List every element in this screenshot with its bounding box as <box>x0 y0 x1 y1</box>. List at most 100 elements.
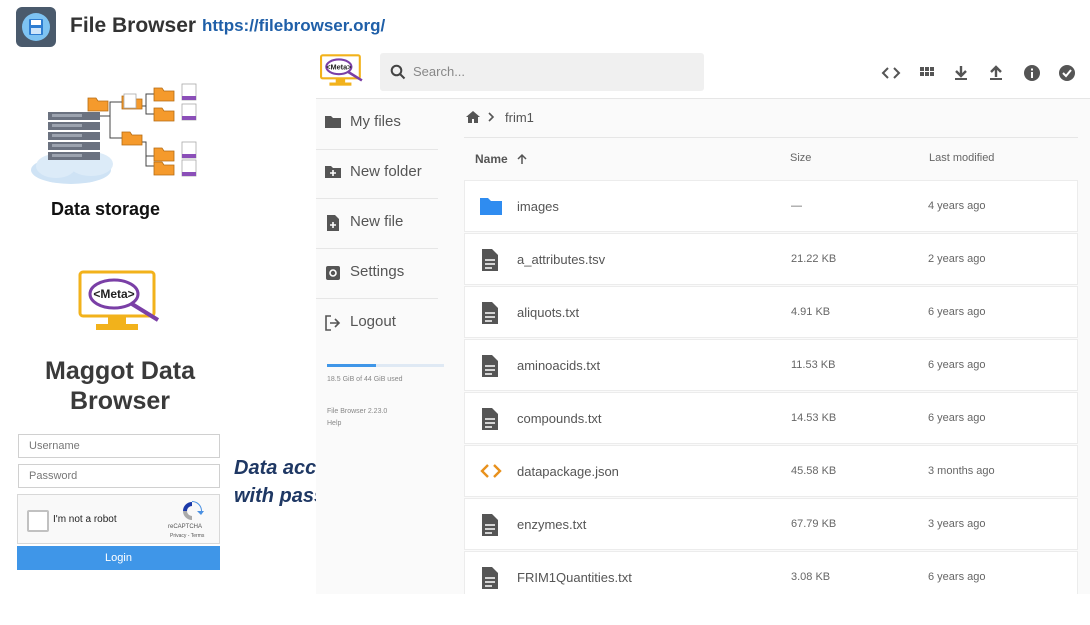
file-document-icon <box>482 514 498 536</box>
recaptcha-label: I'm not a robot <box>53 514 117 525</box>
file-document-icon <box>482 302 498 324</box>
upload-icon[interactable] <box>986 63 1006 83</box>
file-modified: 6 years ago <box>928 359 986 371</box>
file-document-icon <box>482 249 498 271</box>
file-name: aliquots.txt <box>517 305 580 320</box>
data-storage-illustration <box>31 83 197 184</box>
column-header-name-label: Name <box>475 152 508 166</box>
sidebar-item-new-folder[interactable]: New folder <box>324 156 438 190</box>
folder-icon <box>480 198 502 215</box>
file-modified: 6 years ago <box>928 306 986 318</box>
add-folder-icon <box>325 166 341 178</box>
column-header-name[interactable]: Name <box>475 152 528 166</box>
file-name: images <box>517 199 559 214</box>
sidebar-label-my-files: My files <box>350 113 401 130</box>
recaptcha-icon <box>183 501 204 520</box>
file-name: enzymes.txt <box>517 517 587 532</box>
login-button[interactable]: Login <box>17 546 220 570</box>
info-icon[interactable] <box>1022 63 1042 83</box>
code-file-icon <box>480 464 502 478</box>
maggot-title: Maggot Data Browser <box>20 356 220 416</box>
storage-usage-bar <box>327 364 444 367</box>
file-row[interactable]: a_attributes.tsv 21.22 KB 2 years ago <box>464 233 1078 285</box>
help-link[interactable]: Help <box>327 420 341 427</box>
file-row[interactable]: FRIM1Quantities.txt 3.08 KB 6 years ago <box>464 551 1078 594</box>
file-document-icon <box>482 567 498 589</box>
file-size: 45.58 KB <box>791 465 837 477</box>
sidebar-divider <box>316 248 438 249</box>
sidebar-item-logout[interactable]: Logout <box>324 306 438 340</box>
storage-usage-text: 18.5 GiB of 44 GiB used <box>327 376 403 383</box>
file-size: 4.91 KB <box>791 306 831 318</box>
file-row[interactable]: datapackage.json 45.58 KB 3 months ago <box>464 445 1078 497</box>
breadcrumb-current[interactable]: frim1 <box>505 110 534 125</box>
check-circle-icon[interactable] <box>1057 63 1077 83</box>
sidebar-label-new-file: New file <box>350 213 404 230</box>
recaptcha-widget: I'm not a robot reCAPTCHA Privacy - Term… <box>17 494 220 544</box>
search-icon <box>390 64 406 80</box>
file-modified: 3 months ago <box>928 465 995 477</box>
file-row[interactable]: compounds.txt 14.53 KB 6 years ago <box>464 392 1078 444</box>
file-size: — <box>791 200 802 212</box>
file-modified: 2 years ago <box>928 253 986 265</box>
folder-icon <box>325 116 341 128</box>
username-field[interactable]: Username <box>18 434 220 458</box>
file-size: 3.08 KB <box>791 571 831 583</box>
file-modified: 6 years ago <box>928 571 986 583</box>
recaptcha-checkbox[interactable] <box>27 510 49 532</box>
file-name: aminoacids.txt <box>517 358 601 373</box>
add-file-icon <box>327 215 339 231</box>
maggot-title-line2: Browser <box>69 387 171 415</box>
file-row[interactable]: aminoacids.txt 11.53 KB 6 years ago <box>464 339 1078 391</box>
browser-toolbar: <Meta> Search... <box>316 46 1090 99</box>
file-name: FRIM1Quantities.txt <box>517 570 632 585</box>
recaptcha-terms[interactable]: Privacy - Terms <box>170 533 204 539</box>
storage-usage-fill <box>327 364 377 367</box>
sidebar-label-new-folder: New folder <box>350 163 422 180</box>
recaptcha-brand: reCAPTCHA <box>168 524 203 530</box>
sidebar-divider <box>316 198 438 199</box>
file-row[interactable]: aliquots.txt 4.91 KB 6 years ago <box>464 286 1078 338</box>
version-text: File Browser 2.23.0 <box>327 408 388 415</box>
file-row[interactable]: enzymes.txt 67.79 KB 3 years ago <box>464 498 1078 550</box>
sidebar-item-new-file[interactable]: New file <box>324 206 438 240</box>
password-field[interactable]: Password <box>18 464 220 488</box>
meta-logo-text: <Meta> <box>93 287 134 301</box>
file-size: 14.53 KB <box>791 412 837 424</box>
file-name: a_attributes.tsv <box>517 252 606 267</box>
file-modified: 4 years ago <box>928 200 986 212</box>
sidebar-label-settings: Settings <box>350 263 405 280</box>
file-size: 67.79 KB <box>791 518 837 530</box>
data-storage-caption: Data storage <box>51 199 161 219</box>
settings-icon <box>326 266 340 280</box>
app-url-link[interactable]: https://filebrowser.org/ <box>202 16 385 36</box>
chevron-right-icon <box>488 112 495 122</box>
breadcrumb-divider <box>464 137 1078 138</box>
sidebar-label-logout: Logout <box>350 313 396 330</box>
file-row[interactable]: images — 4 years ago <box>464 180 1078 232</box>
column-header-size[interactable]: Size <box>790 152 811 164</box>
download-icon[interactable] <box>951 63 971 83</box>
meta-small-logo-text: <Meta> <box>326 62 351 71</box>
code-icon[interactable] <box>881 63 901 83</box>
file-size: 21.22 KB <box>791 253 837 265</box>
maggot-title-line1: Maggot Data <box>45 357 195 385</box>
file-size: 11.53 KB <box>791 359 836 371</box>
file-name: compounds.txt <box>517 411 602 426</box>
search-input[interactable]: Search... <box>380 53 704 91</box>
file-name: datapackage.json <box>517 464 619 479</box>
sort-ascending-icon <box>517 153 527 164</box>
home-icon[interactable] <box>465 110 481 124</box>
file-document-icon <box>482 408 498 430</box>
sidebar-item-my-files[interactable]: My files <box>324 106 438 140</box>
sidebar-item-settings[interactable]: Settings <box>324 256 438 290</box>
sidebar-divider <box>316 298 438 299</box>
logout-icon <box>325 315 341 331</box>
file-modified: 3 years ago <box>928 518 986 530</box>
column-header-last-modified[interactable]: Last modified <box>929 152 994 164</box>
meta-small-logo[interactable]: <Meta> <box>320 54 364 88</box>
floppy-disk-icon <box>22 13 50 41</box>
grid-view-icon[interactable] <box>917 63 937 83</box>
file-browser-app-logo <box>16 7 56 47</box>
file-browser-window: <Meta> Search... My files New folder New… <box>316 46 1090 594</box>
